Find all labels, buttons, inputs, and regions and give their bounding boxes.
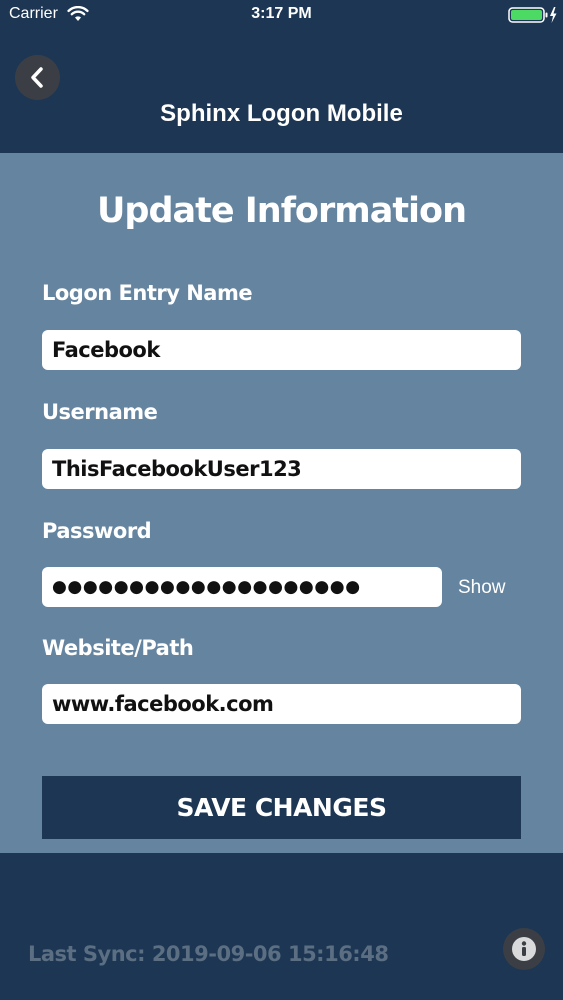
nav-title: Sphinx Logon Mobile	[160, 100, 403, 127]
save-changes-button[interactable]: SAVE CHANGES	[42, 776, 521, 839]
website-path-input[interactable]: www.facebook.com	[42, 684, 521, 724]
show-password-button[interactable]: Show	[458, 577, 506, 599]
chevron-left-icon	[31, 67, 43, 88]
password-label: Password	[42, 519, 152, 543]
website-path-label: Website/Path	[42, 636, 194, 660]
update-form: Update Information Logon Entry Name Face…	[0, 153, 563, 853]
username-input[interactable]: ThisFacebookUser123	[42, 449, 521, 489]
logon-entry-name-label: Logon Entry Name	[42, 281, 253, 305]
footer: Last Sync: 2019-09-06 15:16:48	[0, 853, 563, 1000]
username-label: Username	[42, 400, 158, 424]
back-button[interactable]	[15, 55, 60, 100]
info-icon	[512, 937, 536, 961]
charging-bolt-icon	[550, 7, 557, 23]
info-button[interactable]	[503, 928, 545, 970]
status-bar: Carrier 3:17 PM	[0, 0, 563, 30]
logon-entry-name-input[interactable]: Facebook	[42, 330, 521, 370]
password-input[interactable]: ●●●●●●●●●●●●●●●●●●●●	[42, 567, 442, 607]
page-title: Update Information	[96, 191, 467, 231]
status-time: 3:17 PM	[251, 5, 312, 22]
battery-icon	[508, 7, 557, 23]
last-sync-label: Last Sync: 2019-09-06 15:16:48	[28, 942, 389, 966]
nav-bar: Sphinx Logon Mobile	[0, 30, 563, 153]
